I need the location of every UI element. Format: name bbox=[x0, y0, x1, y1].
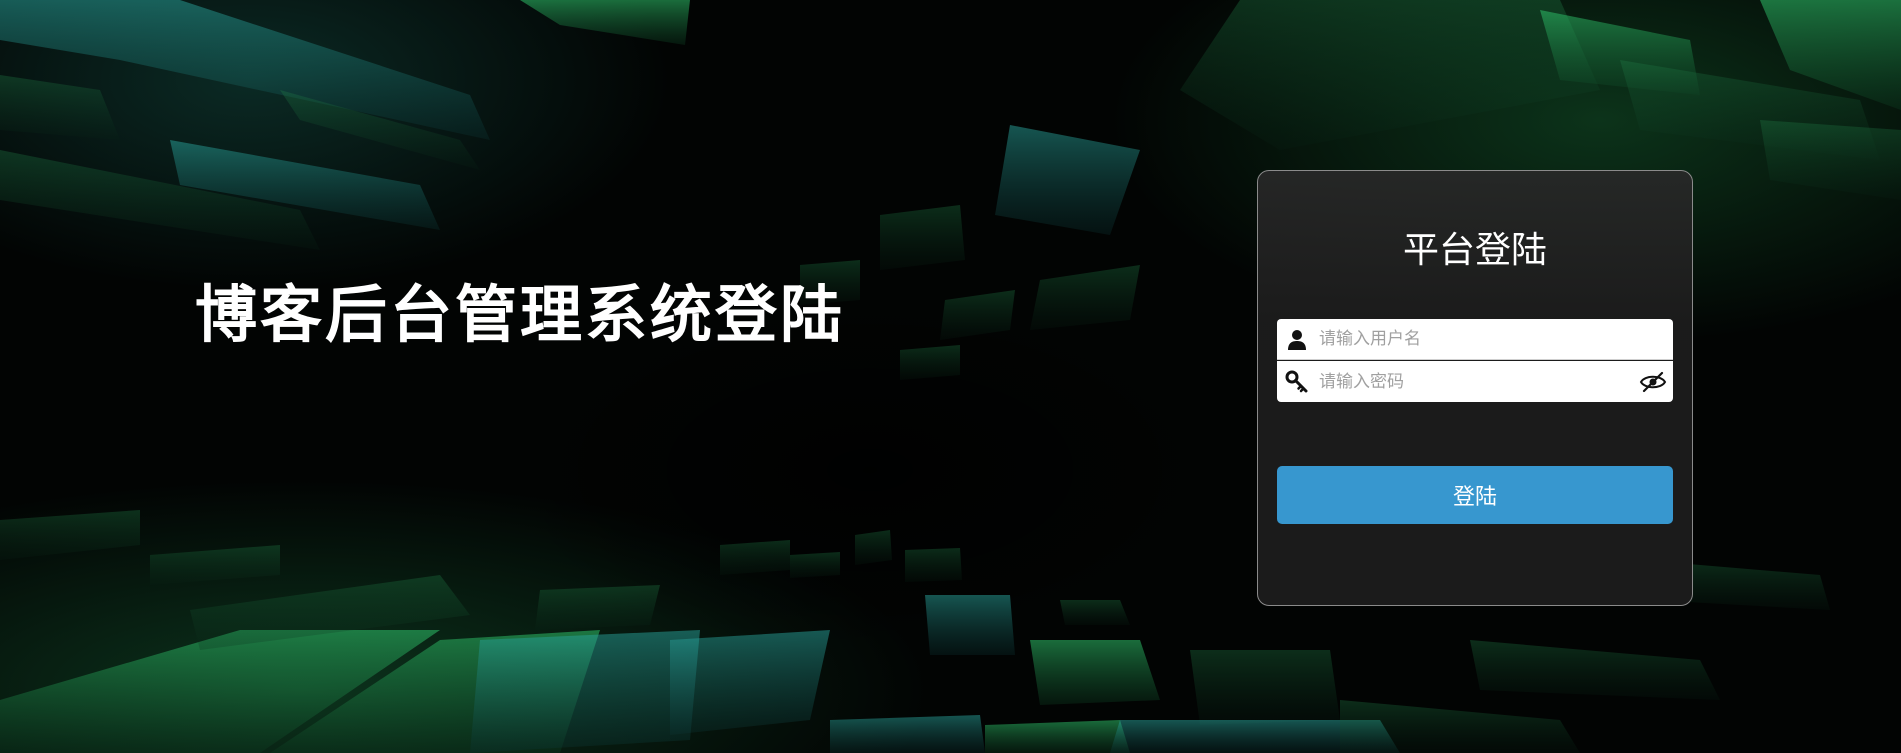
login-button[interactable]: 登陆 bbox=[1277, 466, 1673, 524]
login-page: 博客后台管理系统登陆 平台登陆 登陆 bbox=[0, 0, 1901, 753]
password-input[interactable] bbox=[1319, 361, 1619, 402]
login-title: 平台登陆 bbox=[1402, 230, 1547, 271]
username-input[interactable] bbox=[1319, 319, 1619, 359]
eye-slash-icon[interactable] bbox=[1639, 370, 1667, 394]
password-field-group bbox=[1277, 361, 1673, 402]
user-icon bbox=[1288, 330, 1306, 350]
login-card: 平台登陆 登陆 bbox=[1257, 170, 1693, 606]
key-icon bbox=[1285, 370, 1308, 393]
username-field-group bbox=[1277, 319, 1673, 360]
page-headline: 博客后台管理系统登陆 bbox=[195, 278, 846, 351]
